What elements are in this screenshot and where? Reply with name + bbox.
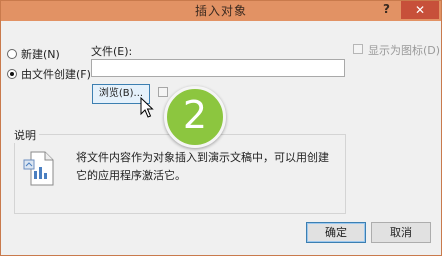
document-chart-icon <box>23 151 54 186</box>
mouse-pointer-icon <box>140 97 154 118</box>
create-from-file-radio[interactable] <box>7 69 17 79</box>
file-path-input[interactable] <box>91 59 345 77</box>
close-button[interactable]: ✕ <box>401 1 439 19</box>
description-label: 说明 <box>14 127 39 143</box>
ok-button[interactable]: 确定 <box>306 222 366 243</box>
insert-object-dialog: 插入对象 ? ✕ 新建(N) 由文件创建(F) 文件(E): 浏览(B)... … <box>0 0 442 256</box>
help-button[interactable]: ? <box>383 2 395 18</box>
create-new-option[interactable]: 新建(N) <box>7 46 60 62</box>
create-new-label: 新建(N) <box>21 48 60 61</box>
step-number-badge: 2 <box>164 86 226 148</box>
link-checkbox[interactable] <box>158 87 168 97</box>
create-from-file-option[interactable]: 由文件创建(F) <box>7 66 91 82</box>
cancel-button[interactable]: 取消 <box>371 222 431 243</box>
display-as-icon-checkbox[interactable] <box>353 44 363 54</box>
create-from-file-label: 由文件创建(F) <box>21 68 91 81</box>
title-bar: 插入对象 ? ✕ <box>1 1 441 21</box>
description-text: 将文件内容作为对象插入到演示文稿中，可以用创建它的应用程序激活它。 <box>76 151 329 182</box>
file-field-label: 文件(E): <box>91 45 133 58</box>
dialog-title: 插入对象 <box>194 4 247 18</box>
display-as-icon-label: 显示为图标(D) <box>368 44 441 57</box>
create-new-radio[interactable] <box>7 49 17 59</box>
